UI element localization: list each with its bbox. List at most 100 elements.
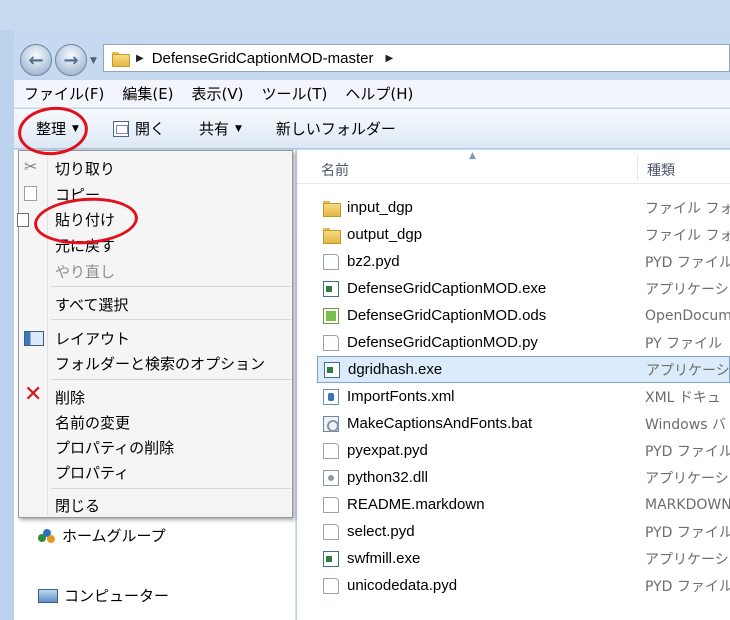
file-name: input_dgp bbox=[347, 199, 413, 216]
menu-help[interactable]: ヘルプ(H) bbox=[345, 83, 413, 104]
file-row[interactable]: python32.dll アプリケーシ bbox=[317, 464, 730, 491]
menu-item-close[interactable]: 閉じる bbox=[55, 495, 100, 516]
menu-edit[interactable]: 編集(E) bbox=[122, 83, 173, 104]
file-icon bbox=[323, 442, 339, 459]
menu-item-redo: やり直し bbox=[55, 263, 116, 281]
menu-tools[interactable]: ツール(T) bbox=[262, 83, 328, 104]
file-row[interactable]: pyexpat.pyd PYD ファイル bbox=[317, 437, 730, 464]
window-border bbox=[0, 30, 14, 620]
file-type: アプリケーシ bbox=[646, 362, 730, 379]
file-row[interactable]: DefenseGridCaptionMOD.ods OpenDocum bbox=[317, 302, 730, 329]
nav-item-label: ホームグループ bbox=[62, 527, 166, 545]
file-type: PYD ファイル bbox=[645, 254, 730, 271]
computer-icon bbox=[38, 588, 58, 603]
forward-button[interactable]: → bbox=[55, 44, 87, 76]
file-row[interactable]: input_dgp ファイル フォ bbox=[317, 194, 730, 221]
file-name: python32.dll bbox=[347, 469, 428, 486]
file-type: PYD ファイル bbox=[645, 524, 730, 541]
menu-item-cut[interactable]: 切り取り bbox=[55, 158, 115, 179]
exe-icon bbox=[324, 361, 340, 378]
breadcrumb-arrow-icon[interactable]: ▶ bbox=[136, 53, 144, 64]
menu-item-paste[interactable]: 貼り付け bbox=[55, 209, 115, 230]
menu-item-undo[interactable]: 元に戻す bbox=[55, 235, 115, 256]
file-name: MakeCaptionsAndFonts.bat bbox=[347, 415, 533, 432]
breadcrumb-folder[interactable]: DefenseGridCaptionMOD-master bbox=[152, 50, 374, 67]
file-row[interactable]: DefenseGridCaptionMOD.exe アプリケーシ bbox=[317, 275, 730, 302]
file-row[interactable]: bz2.pyd PYD ファイル bbox=[317, 248, 730, 275]
menu-separator bbox=[51, 379, 291, 380]
nav-item-homegroup[interactable]: ホームグループ bbox=[38, 525, 166, 546]
back-button[interactable]: ← bbox=[20, 44, 52, 76]
menu-view[interactable]: 表示(V) bbox=[192, 83, 244, 104]
file-type: Windows バ bbox=[645, 416, 726, 433]
file-type: ファイル フォ bbox=[645, 227, 730, 244]
menu-bar: ファイル(F) 編集(E) 表示(V) ツール(T) ヘルプ(H) bbox=[14, 80, 730, 108]
file-row[interactable]: select.pyd PYD ファイル bbox=[317, 518, 730, 545]
file-name: unicodedata.pyd bbox=[347, 577, 458, 594]
file-row[interactable]: ImportFonts.xml XML ドキュ bbox=[317, 383, 730, 410]
column-header-type[interactable]: 種類 bbox=[647, 160, 675, 180]
exe-icon bbox=[323, 550, 339, 567]
file-icon bbox=[323, 496, 339, 513]
file-type: アプリケーシ bbox=[645, 470, 729, 487]
file-type: OpenDocum bbox=[645, 307, 730, 324]
file-icon bbox=[323, 577, 339, 594]
spreadsheet-icon bbox=[323, 307, 339, 324]
menu-item-copy[interactable]: コピー bbox=[55, 184, 100, 205]
nav-item-computer[interactable]: コンピューター bbox=[38, 585, 169, 606]
menu-separator bbox=[51, 286, 291, 287]
file-row[interactable]: swfmill.exe アプリケーシ bbox=[317, 545, 730, 572]
exe-icon bbox=[323, 280, 339, 297]
file-row[interactable]: README.markdown MARKDOWN bbox=[317, 491, 730, 518]
open-label: 開く bbox=[134, 120, 165, 138]
menu-icon-gutter bbox=[47, 153, 48, 515]
file-row[interactable]: output_dgp ファイル フォ bbox=[317, 221, 730, 248]
file-type: PYD ファイル bbox=[645, 578, 730, 595]
menu-item-layout[interactable]: レイアウト bbox=[55, 328, 130, 349]
organize-label: 整理 bbox=[36, 120, 67, 138]
file-icon bbox=[323, 523, 339, 540]
menu-item-properties[interactable]: プロパティ bbox=[55, 462, 129, 483]
file-list-pane[interactable]: ▲ 名前 種類 input_dgp ファイル フォ output_dgp ファイル フ… bbox=[297, 150, 730, 620]
command-bar: 整理 ▼ 開く 共有 ▼ 新しいフォルダー bbox=[14, 109, 730, 149]
file-row[interactable]: dgridhash.exe アプリケーシ bbox=[317, 356, 730, 383]
menu-item-rename[interactable]: 名前の変更 bbox=[55, 412, 130, 433]
scissors-icon: ✂ bbox=[24, 157, 38, 176]
sort-ascending-icon: ▲ bbox=[469, 151, 476, 161]
file-name: DefenseGridCaptionMOD.py bbox=[347, 334, 538, 351]
share-label: 共有 bbox=[198, 120, 229, 138]
nav-item-label: コンピューター bbox=[64, 587, 170, 605]
recent-pages-dropdown-icon[interactable]: ▼ bbox=[90, 56, 97, 66]
menu-item-select-all[interactable]: すべて選択 bbox=[55, 294, 128, 315]
file-name: ImportFonts.xml bbox=[347, 388, 455, 405]
layout-icon bbox=[24, 331, 44, 346]
folder-icon bbox=[323, 227, 341, 244]
share-button[interactable]: 共有 ▼ bbox=[187, 109, 254, 149]
file-type: アプリケーシ bbox=[645, 551, 729, 568]
menu-item-remove-properties[interactable]: プロパティの削除 bbox=[55, 437, 174, 458]
address-bar[interactable]: ▶ DefenseGridCaptionMOD-master ▶ bbox=[103, 44, 730, 72]
menu-separator bbox=[51, 319, 291, 320]
copy-icon bbox=[24, 186, 37, 201]
organize-button[interactable]: 整理 ▼ bbox=[14, 109, 91, 149]
menu-file[interactable]: ファイル(F) bbox=[24, 83, 104, 104]
file-type: XML ドキュ bbox=[645, 389, 721, 406]
file-row[interactable]: DefenseGridCaptionMOD.py PY ファイル bbox=[317, 329, 730, 356]
open-button[interactable]: 開く bbox=[101, 109, 177, 149]
menu-separator bbox=[51, 488, 291, 489]
breadcrumb-arrow-icon[interactable]: ▶ bbox=[385, 53, 393, 64]
column-header-name[interactable]: 名前 bbox=[321, 160, 349, 180]
new-folder-button[interactable]: 新しいフォルダー bbox=[264, 109, 408, 149]
file-name: swfmill.exe bbox=[347, 550, 421, 567]
delete-icon: ✕ bbox=[24, 382, 43, 407]
file-name: pyexpat.pyd bbox=[347, 442, 428, 459]
menu-item-folder-options[interactable]: フォルダーと検索のオプション bbox=[55, 353, 265, 374]
column-divider[interactable] bbox=[637, 154, 638, 180]
script-icon bbox=[323, 469, 339, 486]
new-folder-label: 新しいフォルダー bbox=[275, 120, 396, 138]
file-icon bbox=[323, 253, 339, 270]
file-row[interactable]: unicodedata.pyd PYD ファイル bbox=[317, 572, 730, 599]
file-row[interactable]: MakeCaptionsAndFonts.bat Windows バ bbox=[317, 410, 730, 437]
chevron-down-icon: ▼ bbox=[72, 123, 79, 134]
menu-item-delete[interactable]: 削除 bbox=[55, 387, 85, 408]
